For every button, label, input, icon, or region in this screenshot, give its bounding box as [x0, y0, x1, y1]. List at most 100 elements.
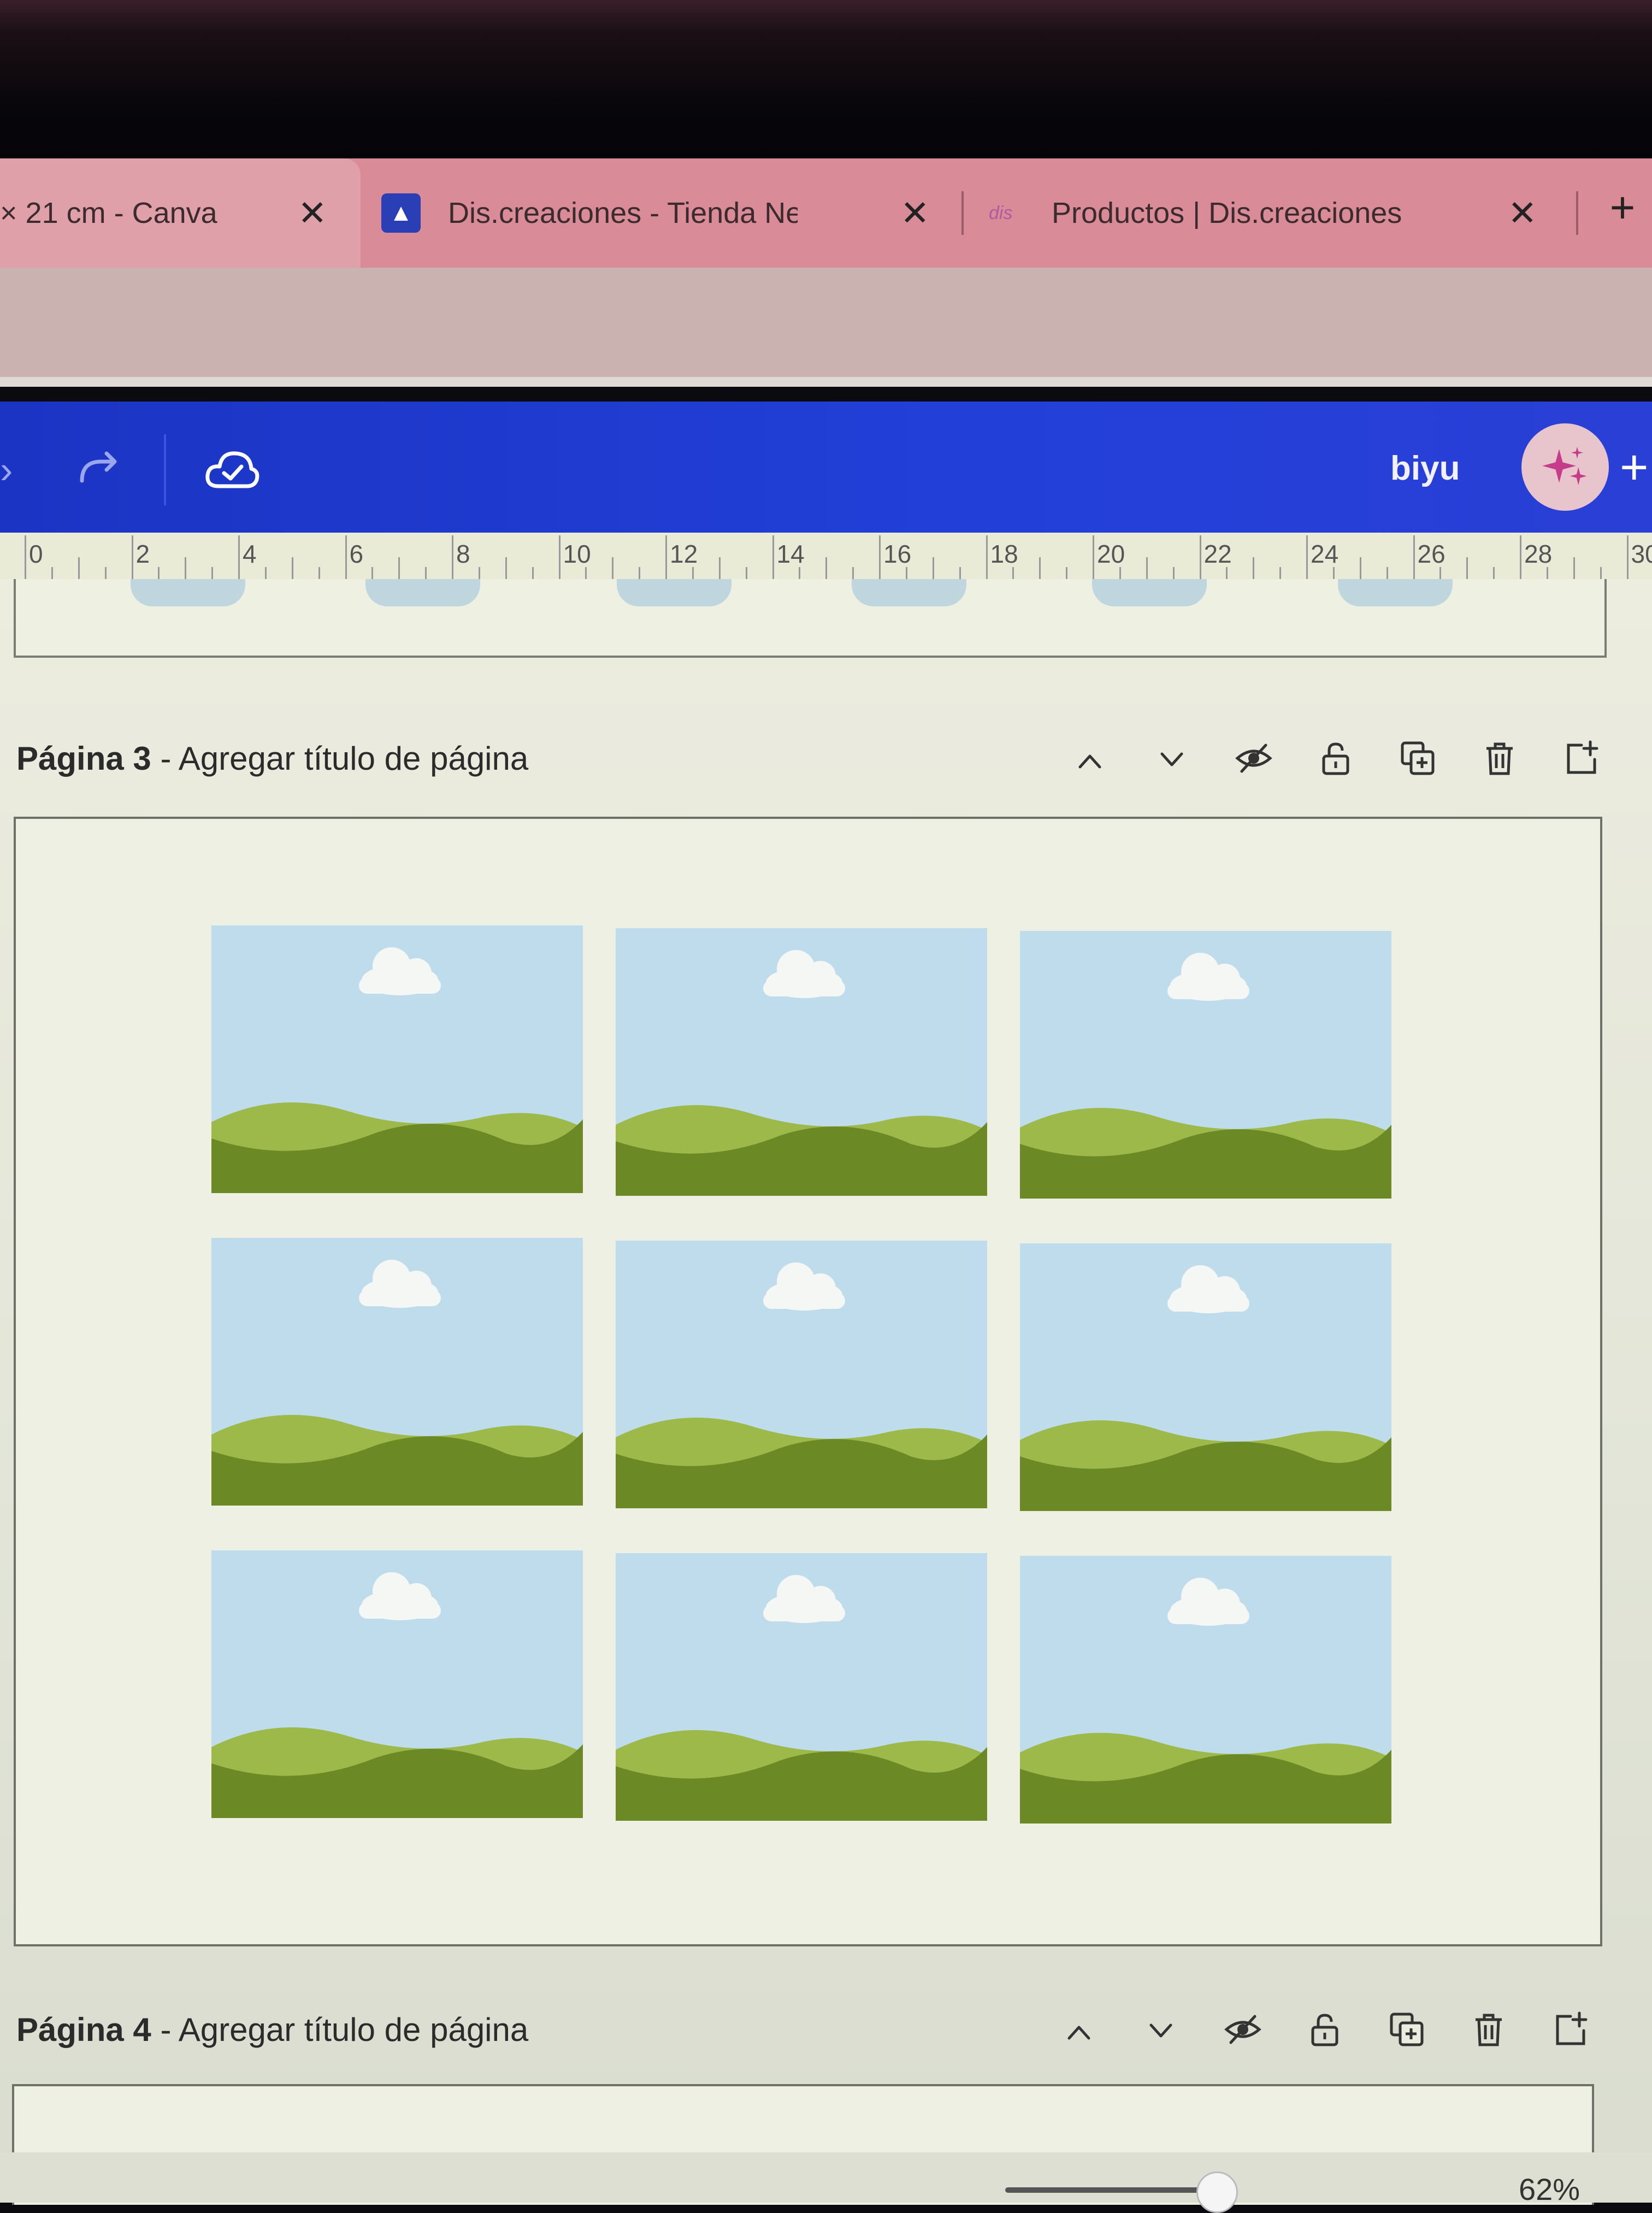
- lock-icon[interactable]: [1284, 2002, 1366, 2057]
- ruler-tick: [825, 557, 827, 579]
- ruler-tick: [51, 567, 53, 579]
- ruler-tick: [986, 535, 988, 579]
- lock-icon[interactable]: [1295, 731, 1377, 786]
- landscape-tile[interactable]: [211, 1550, 583, 1818]
- landscape-tile[interactable]: [211, 925, 583, 1193]
- ruler-tick: [318, 567, 320, 579]
- clipped-cloud: [1338, 579, 1453, 606]
- zoom-slider-handle[interactable]: [1196, 2171, 1238, 2213]
- ruler-tick: [238, 535, 240, 579]
- ruler-label: 4: [243, 539, 257, 569]
- cloud-saved-icon[interactable]: [202, 442, 262, 497]
- landscape-tile[interactable]: [616, 1553, 987, 1821]
- divider: [0, 377, 1652, 387]
- ruler-label: 2: [136, 539, 150, 569]
- hide-icon[interactable]: [1213, 731, 1295, 786]
- redo-icon[interactable]: [71, 442, 126, 497]
- ruler-tick: [1573, 557, 1575, 579]
- ruler-label: 10: [563, 539, 591, 569]
- ruler-tick: [1279, 567, 1281, 579]
- page-2-bottom: [14, 579, 1607, 658]
- page-title-placeholder: - Agregar título de página: [151, 740, 528, 777]
- ruler-tick: [1360, 557, 1361, 579]
- ruler-tick: [425, 567, 427, 579]
- add-page-icon[interactable]: [1530, 2002, 1612, 2057]
- add-page-icon[interactable]: [1541, 731, 1622, 786]
- landscape-tile[interactable]: [211, 1238, 583, 1506]
- chevron-up-icon[interactable]: [1049, 731, 1131, 786]
- ruler-tick: [1173, 567, 1175, 579]
- duplicate-icon[interactable]: [1366, 2002, 1448, 2057]
- landscape-tile[interactable]: [1020, 1243, 1391, 1511]
- ruler-tick: [452, 535, 453, 579]
- page-actions: [1038, 2002, 1612, 2057]
- ruler-tick: [906, 567, 907, 579]
- chevron-down-icon[interactable]: [1131, 731, 1213, 786]
- ruler-tick: [1547, 567, 1548, 579]
- landscape-tile[interactable]: [616, 928, 987, 1196]
- ruler-label: 16: [883, 539, 911, 569]
- ruler-label: 18: [990, 539, 1018, 569]
- ruler-tick: [1306, 535, 1308, 579]
- divider: [164, 434, 166, 505]
- trash-icon[interactable]: [1448, 2002, 1530, 2057]
- ruler-tick: [371, 567, 373, 579]
- ruler-tick: [105, 567, 107, 579]
- ruler-tick: [345, 535, 347, 579]
- ruler-tick: [585, 567, 587, 579]
- chevron-up-icon[interactable]: [1038, 2002, 1120, 2057]
- duplicate-icon[interactable]: [1377, 731, 1459, 786]
- tab-divider: [1576, 191, 1578, 235]
- avatar[interactable]: [1521, 423, 1609, 511]
- ruler-tick: [292, 557, 293, 579]
- footer-bar: [0, 2152, 1652, 2203]
- ruler-tick: [1093, 535, 1094, 579]
- browser-tab-bar: × 21 cm - Canva ✕ ▲ Dis.creaciones - Tie…: [0, 158, 1652, 268]
- ruler-tick: [1627, 535, 1629, 579]
- landscape-tile[interactable]: [1020, 1556, 1391, 1823]
- user-name[interactable]: biyu: [1390, 449, 1460, 488]
- page-4-header: Página 4 - Agregar título de página: [16, 2002, 1628, 2057]
- ruler-tick: [532, 567, 534, 579]
- trash-icon[interactable]: [1459, 731, 1541, 786]
- chevron-down-icon[interactable]: [1120, 2002, 1202, 2057]
- new-tab-button[interactable]: +: [1603, 180, 1642, 235]
- landscape-tile[interactable]: [616, 1241, 987, 1508]
- page-3[interactable]: [14, 817, 1602, 1946]
- tab-canva[interactable]: × 21 cm - Canva ✕: [0, 158, 361, 268]
- page-title[interactable]: Página 4 - Agregar título de página: [16, 2011, 528, 2049]
- ruler-label: 22: [1204, 539, 1232, 569]
- ruler-label: 24: [1311, 539, 1338, 569]
- tab-dis-creaciones-tienda[interactable]: ▲ Dis.creaciones - Tienda Negocio ✕: [361, 158, 956, 268]
- zoom-value[interactable]: 62%: [1519, 2171, 1580, 2207]
- clipped-cloud: [617, 579, 731, 606]
- ruler-tick: [1226, 567, 1228, 579]
- clipped-cloud: [365, 579, 480, 606]
- sparkle-icon: [1535, 437, 1595, 497]
- ruler-tick: [1466, 557, 1468, 579]
- close-icon[interactable]: ✕: [1508, 193, 1537, 234]
- tab-title: × 21 cm - Canva: [0, 196, 229, 230]
- hide-icon[interactable]: [1202, 2002, 1284, 2057]
- ruler-tick: [692, 567, 694, 579]
- ruler-label: 0: [29, 539, 43, 569]
- ruler-tick: [505, 557, 507, 579]
- tab-productos[interactable]: dis Productos | Dis.creaciones ✕: [978, 158, 1579, 268]
- landscape-tile[interactable]: [1020, 931, 1391, 1199]
- ruler-tick: [1146, 557, 1148, 579]
- ruler-tick: [639, 567, 640, 579]
- page-title[interactable]: Página 3 - Agregar título de página: [16, 740, 528, 777]
- tab-title: Productos | Dis.creaciones: [1052, 196, 1500, 230]
- address-bar-area: [0, 268, 1652, 382]
- ruler-tick: [1493, 567, 1495, 579]
- close-icon[interactable]: ✕: [900, 193, 930, 234]
- ruler-tick: [132, 535, 133, 579]
- dis-favicon-icon: dis: [989, 197, 1032, 229]
- ruler-tick: [559, 535, 560, 579]
- undo-icon[interactable]: ›: [0, 448, 11, 486]
- ruler-label: 6: [350, 539, 364, 569]
- ruler-tick: [772, 535, 774, 579]
- close-icon[interactable]: ✕: [298, 193, 327, 234]
- plus-icon[interactable]: +: [1620, 440, 1649, 496]
- ruler-label: 28: [1524, 539, 1552, 569]
